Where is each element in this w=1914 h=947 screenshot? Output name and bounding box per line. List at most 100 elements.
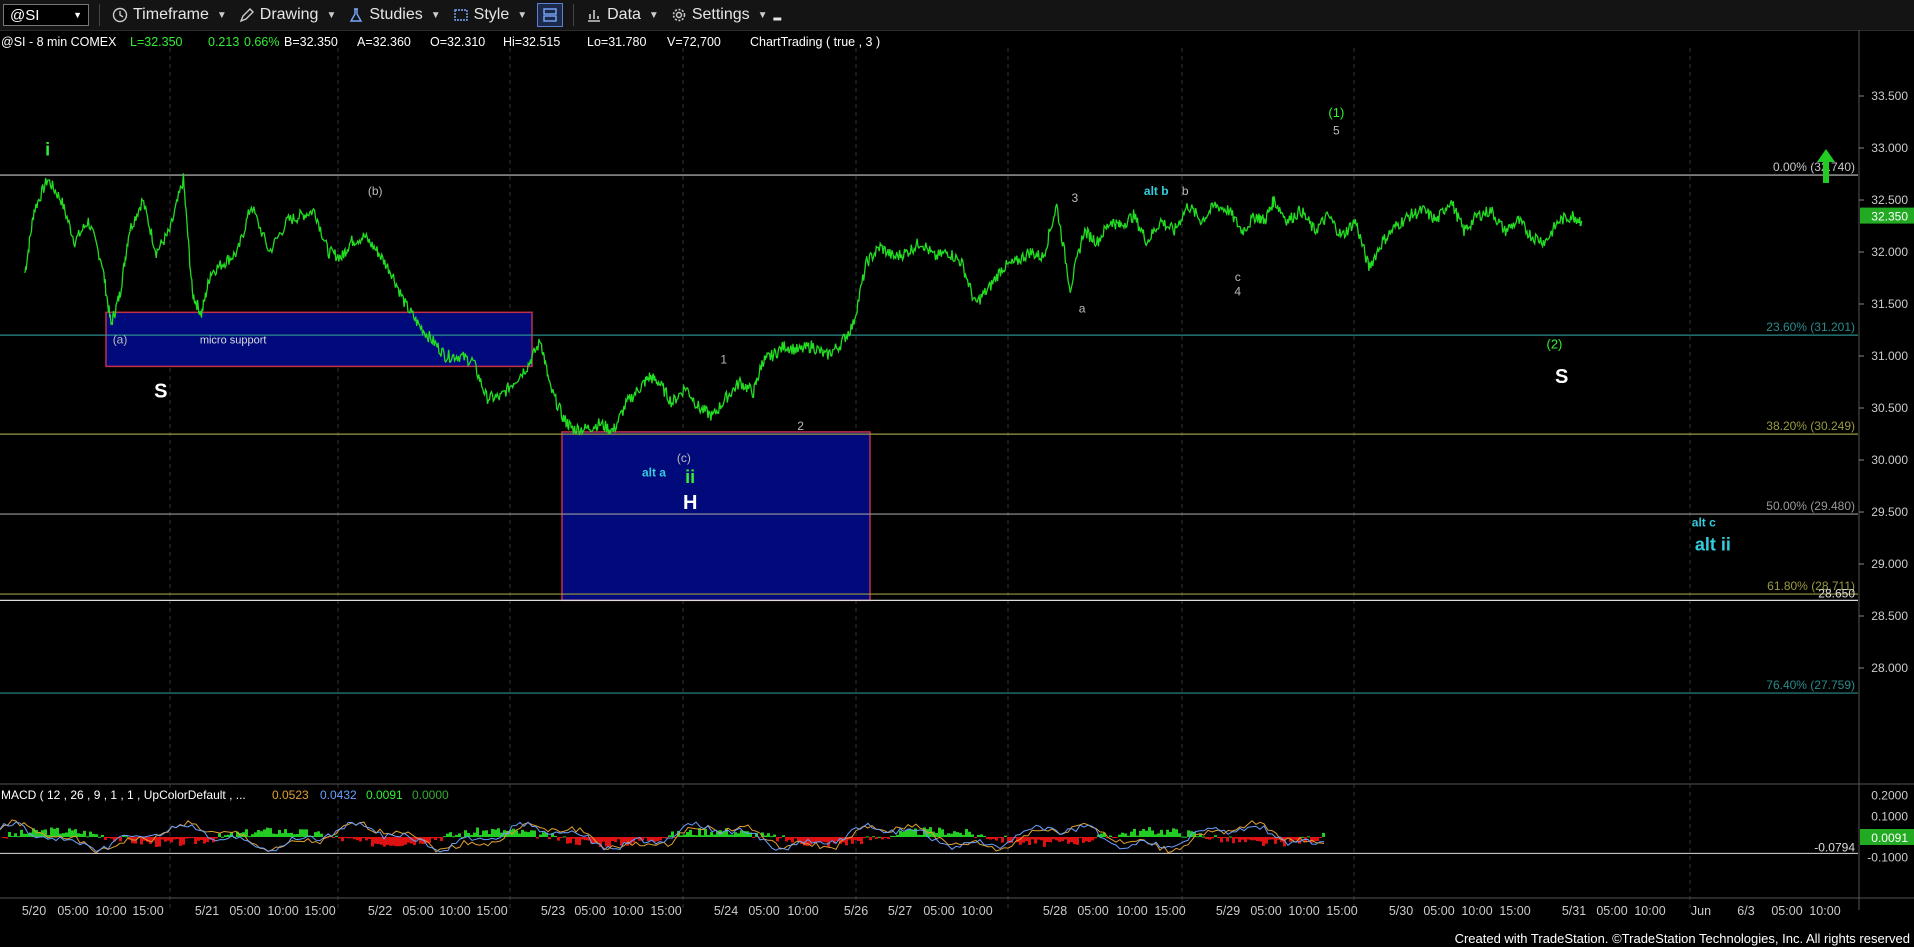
timeframe-menu[interactable]: Timeframe ▼	[112, 6, 227, 24]
wave-label: alt c	[1692, 516, 1716, 530]
price-tick-label: 31.000	[1871, 349, 1908, 363]
macd-histogram-bar	[203, 837, 206, 844]
wave-label: (2)	[1547, 337, 1563, 352]
macd-histogram-bar	[1178, 833, 1181, 837]
flask-icon	[350, 8, 363, 22]
macd-histogram-bar	[713, 834, 716, 837]
macd-histogram-bar	[269, 828, 272, 837]
macd-histogram-bar	[77, 833, 80, 837]
macd-histogram-bar	[1055, 837, 1058, 841]
macd-histogram-bar	[881, 837, 884, 840]
macd-histogram-bar	[1040, 837, 1043, 841]
macd-histogram-bar	[458, 833, 461, 837]
macd-histogram-bar	[359, 837, 362, 842]
price-line	[24, 173, 1583, 436]
macd-histogram-bar	[611, 837, 614, 842]
macd-histogram-bar	[1034, 837, 1037, 844]
macd-histogram-bar	[962, 834, 965, 837]
macd-histogram-bar	[101, 834, 104, 837]
macd-histogram-bar	[299, 829, 302, 837]
macd-histogram-bar	[1211, 837, 1214, 839]
macd-histogram-bar	[221, 836, 224, 838]
macd-histogram-bar	[1118, 834, 1121, 837]
drawing-menu[interactable]: Drawing ▼	[239, 6, 336, 24]
macd-histogram-bar	[980, 834, 983, 837]
settings-menu[interactable]: Settings ▼ ▂	[671, 6, 781, 24]
time-tick-label: 10:00	[961, 904, 992, 918]
macd-histogram-bar	[173, 837, 176, 840]
macd-histogram-bar	[887, 837, 890, 839]
macd-histogram-bar	[332, 837, 335, 838]
macd-histogram-bar	[164, 837, 167, 842]
macd-histogram-bar	[452, 836, 455, 838]
macd-histogram-bar	[1271, 837, 1274, 840]
price-tick-label: 32.500	[1871, 193, 1908, 207]
more-icon: ▂	[773, 9, 782, 21]
time-axis: 5/20 05:00 10:00 15:00 5/21 05:00 10:00 15:00 5/…	[22, 904, 1841, 918]
macd-histogram-bar	[1166, 829, 1169, 837]
wave-label: (b)	[368, 184, 383, 198]
macd-histogram-bar	[662, 837, 665, 838]
time-tick-label: 10:00	[787, 904, 818, 918]
macd-histogram-bar	[1160, 829, 1163, 837]
gear-icon	[672, 8, 686, 22]
macd-histogram-bar	[998, 837, 1001, 839]
macd-histogram-bar	[1301, 836, 1304, 838]
macd-title: MACD ( 12 , 26 , 9 , 1 , 1 , UpColorDefa…	[1, 788, 246, 802]
macd-histogram-bar	[626, 837, 629, 846]
macd-histogram-bar	[455, 834, 458, 837]
macd-histogram-bar	[1124, 833, 1127, 837]
price-tick-label: 29.000	[1871, 557, 1908, 571]
macd-histogram-bar	[791, 837, 794, 843]
macd-histogram-bar	[899, 830, 902, 837]
macd-histogram-bar	[1001, 837, 1004, 843]
chevron-down-icon: ▼	[216, 9, 227, 21]
macd-tick-label: 0.1000	[1871, 809, 1908, 823]
chevron-down-icon: ▼	[430, 9, 441, 21]
macd-histogram-bar	[491, 829, 494, 837]
macd-histogram-bar	[785, 837, 788, 842]
macd-histogram-bar	[1148, 827, 1151, 837]
macd-histogram-bar	[659, 837, 662, 841]
style-icon	[453, 9, 468, 21]
macd-histogram-bar	[557, 837, 560, 841]
studies-menu[interactable]: Studies ▼	[348, 6, 441, 24]
macd-histogram-bar	[569, 837, 572, 844]
macd-histogram-bar	[287, 833, 290, 837]
macd-histogram-bar	[170, 837, 173, 843]
time-tick-label: 10:00	[1634, 904, 1665, 918]
support-line-label: 28.650	[1818, 586, 1855, 600]
layout-button[interactable]	[537, 3, 564, 27]
macd-histogram-bar	[623, 837, 626, 842]
style-menu[interactable]: Style ▼	[453, 6, 527, 24]
macd-histogram-bar	[536, 837, 539, 839]
macd-histogram-bar	[1094, 837, 1097, 839]
macd-value-2: 0.0432	[320, 788, 357, 802]
macd-histogram-bar	[476, 827, 479, 837]
price-chart[interactable]: 0.00% (32.740) 23.60% (31.201) 38.20% (30.…	[0, 30, 1914, 947]
macd-histogram-bar	[1061, 837, 1064, 842]
macd-histogram-bar	[38, 832, 41, 837]
macd-histogram-bar	[254, 832, 257, 837]
macd-histogram-bar	[1082, 837, 1085, 843]
macd-histogram-bar	[953, 831, 956, 837]
macd-histogram-bar	[1043, 837, 1046, 847]
time-tick-label: 05:00	[57, 904, 88, 918]
macd-histogram-bar	[278, 829, 281, 837]
symbol-selector[interactable]: @SI ▼	[3, 4, 89, 26]
macd-histogram-bar	[281, 833, 284, 837]
macd-histogram-bar	[1241, 837, 1244, 840]
info-open: O=32.310	[430, 35, 485, 49]
macd-histogram-bar	[1157, 833, 1160, 837]
time-tick-label: 10:00	[1116, 904, 1147, 918]
macd-histogram-bar	[656, 837, 659, 842]
wave-label: (c)	[677, 451, 691, 465]
data-menu[interactable]: Data ▼	[586, 6, 659, 24]
macd-histogram-bar	[398, 837, 401, 847]
time-tick-label: Jun	[1691, 904, 1711, 918]
macd-histogram-bar	[293, 834, 296, 837]
macd-histogram-bar	[341, 837, 344, 842]
macd-histogram-bar	[494, 829, 497, 837]
macd-histogram-bar	[296, 834, 299, 837]
macd-histogram-bar	[386, 837, 389, 845]
